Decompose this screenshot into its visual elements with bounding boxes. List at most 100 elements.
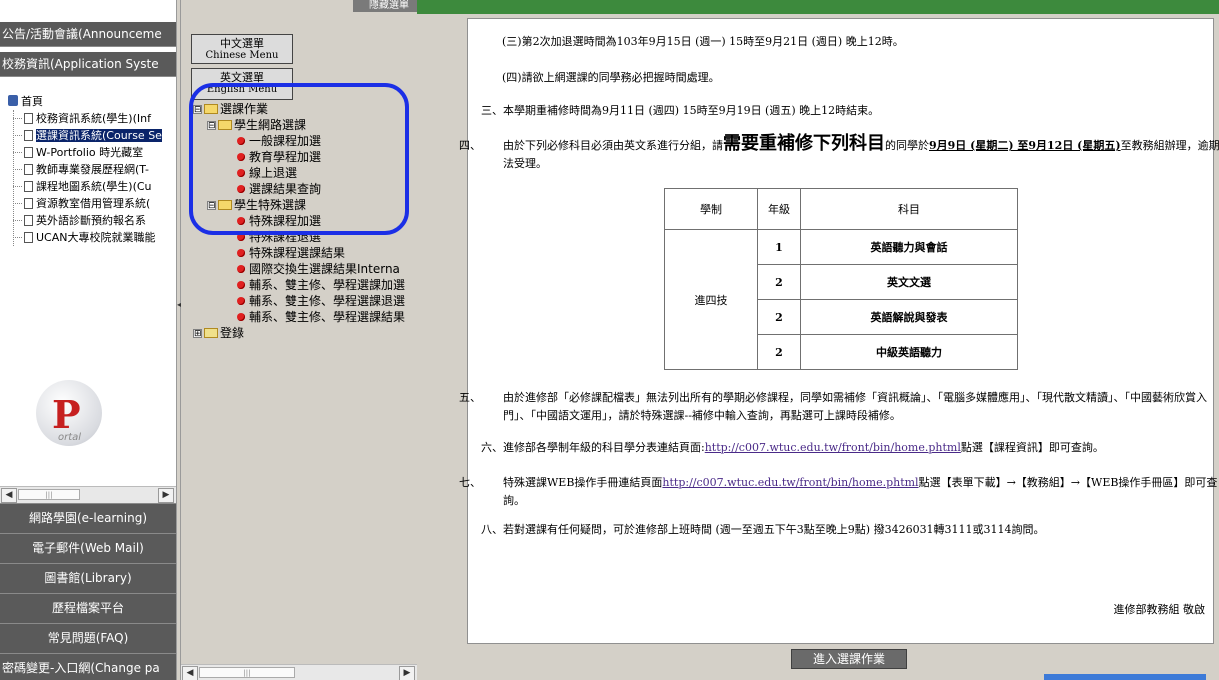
folder-closed-icon: [204, 328, 218, 338]
collapse-toggle-icon[interactable]: ⊟: [207, 201, 216, 211]
item-text: 的同學於: [885, 139, 929, 152]
nav-faq[interactable]: 常見問題(FAQ): [0, 623, 176, 653]
scroll-right-arrow-icon[interactable]: ▶: [158, 488, 174, 503]
menu-item-online-drop[interactable]: 線上退選: [193, 165, 417, 181]
tree-item[interactable]: 英外語診斷預約報名系: [8, 212, 176, 229]
home-icon: [8, 95, 18, 106]
collapse-toggle-icon[interactable]: ⊟: [207, 121, 216, 131]
portal-logo-letter: P: [52, 392, 81, 437]
tree-item[interactable]: W-Portfolio 時光藏室: [8, 144, 176, 161]
tree-item[interactable]: 教師專業發展歷程網(T-: [8, 161, 176, 178]
nav-e-learning[interactable]: 網路學園(e-learning): [0, 503, 176, 533]
item-number: 八、: [481, 523, 503, 536]
menu-item-minor-add[interactable]: 輔系、雙主修、學程選課加選: [193, 277, 417, 293]
chinese-menu-button[interactable]: 中文選單 Chinese Menu: [191, 34, 293, 64]
tree-node-special-selection[interactable]: ⊟ 學生特殊選課: [193, 197, 417, 213]
left-horizontal-scrollbar[interactable]: ◀ ||| ▶: [0, 486, 176, 503]
bullet-icon: [237, 281, 245, 289]
english-menu-en: English Menu: [206, 84, 278, 95]
table-cell: 2: [757, 264, 801, 300]
tree-node-login[interactable]: ⊞ 登錄: [193, 325, 417, 341]
tree-item-label: 選課資訊系統(Course Se: [36, 129, 162, 142]
tree-node-course-selection[interactable]: ⊟ 選課作業: [193, 101, 417, 117]
nav-announcements[interactable]: 公告/活動會議(Announceme: [0, 22, 176, 47]
course-info-link[interactable]: http://c007.wtuc.edu.tw/front/bin/home.p…: [705, 441, 961, 454]
tree-root-label: 首頁: [21, 95, 43, 108]
content-frame: (三)第2次加退選時間為103年9月15日 (週一) 15時至9月21日 (週日…: [417, 0, 1219, 680]
table-cell: 2: [757, 334, 801, 370]
scroll-left-arrow-icon[interactable]: ◀: [182, 666, 198, 680]
tree-item[interactable]: UCAN大專校院就業職能: [8, 229, 176, 246]
paragraph-san: (三)第2次加退選時間為103年9月15日 (週一) 15時至9月21日 (週日…: [502, 35, 904, 48]
enter-course-selection-button[interactable]: 進入選課作業: [791, 649, 907, 669]
tree-node-label: 學生網路選課: [234, 118, 307, 132]
item-text: 由於進修部「必修課配檔表」無法列出所有的學期必修課程，同學如需補修「資訊概論」、…: [503, 391, 1207, 422]
course-menu-tree: ⊟ 選課作業 ⊟ 學生網路選課 一般課程加選 教育學程加選 線上退選 選課結果查詢 …: [193, 101, 417, 341]
manual-link[interactable]: http://c007.wtuc.edu.tw/front/bin/home.p…: [662, 476, 918, 489]
tree-item-label: 課程地圖系統(學生)(Cu: [36, 180, 152, 193]
item-4: 四、 由於下列必修科目必須由英文系進行分組，請需要重補修下列科目的同學於9月9日 …: [459, 133, 1219, 173]
menu-item-minor-result[interactable]: 輔系、雙主修、學程選課結果: [193, 309, 417, 325]
scroll-thumb[interactable]: |||: [199, 667, 295, 678]
tree-item-label: UCAN大專校院就業職能: [36, 231, 156, 244]
item-number: 六、: [481, 441, 503, 454]
scroll-right-arrow-icon[interactable]: ▶: [399, 666, 415, 680]
tree-item-label: 英外語診斷預約報名系: [36, 214, 146, 227]
menu-item-exchange-result[interactable]: 國際交換生選課結果Interna: [193, 261, 417, 277]
menu-item-special-add[interactable]: 特殊課程加選: [193, 213, 417, 229]
nav-portfolio-platform[interactable]: 歷程檔案平台: [0, 593, 176, 623]
bullet-icon: [237, 249, 245, 257]
page-icon: [24, 147, 33, 158]
menu-item-general-add[interactable]: 一般課程加選: [193, 133, 417, 149]
menu-item-result-query[interactable]: 選課結果查詢: [193, 181, 417, 197]
tree-item-label: 校務資訊系統(學生)(Inf: [36, 112, 151, 125]
item-text: 若對選課有任何疑問，可於進修部上班時間 (週一至週五下午3點至晚上9點) 撥34…: [503, 523, 1045, 536]
item-text: 點選【課程資訊】即可查詢。: [960, 441, 1104, 454]
bullet-icon: [237, 233, 245, 241]
nav-application-system[interactable]: 校務資訊(Application Syste: [0, 52, 176, 77]
nav-library[interactable]: 圖書館(Library): [0, 563, 176, 593]
item-emphasis: 需要重補修下列科目: [723, 133, 885, 154]
collapse-toggle-icon[interactable]: ⊟: [193, 105, 202, 115]
menu-item-special-result[interactable]: 特殊課程選課結果: [193, 245, 417, 261]
top-header-bar: [417, 0, 1219, 14]
tree-item-selected[interactable]: 選課資訊系統(Course Se: [8, 127, 176, 144]
tree-root-home[interactable]: 首頁: [8, 93, 176, 110]
hide-menu-button[interactable]: 隱藏選單: [353, 0, 417, 12]
table-cell: 2: [757, 299, 801, 335]
bullet-icon: [237, 137, 245, 145]
menu-horizontal-scrollbar[interactable]: ◀ ||| ▶: [181, 664, 417, 680]
bullet-icon: [237, 297, 245, 305]
page-icon: [24, 164, 33, 175]
tree-node-online-selection[interactable]: ⊟ 學生網路選課: [193, 117, 417, 133]
menu-item-label: 國際交換生選課結果Interna: [249, 262, 400, 276]
menu-item-label: 選課結果查詢: [249, 182, 322, 196]
tree-item-label: 教師專業發展歷程網(T-: [36, 163, 149, 176]
tree-item[interactable]: 資源教室借用管理系統(: [8, 195, 176, 212]
menu-item-special-drop[interactable]: 特殊課程退選: [193, 229, 417, 245]
expand-toggle-icon[interactable]: ⊞: [193, 329, 202, 339]
item-number: 三、: [481, 104, 503, 117]
tree-item[interactable]: 校務資訊系統(學生)(Inf: [8, 110, 176, 127]
table-header-row: 學制 年級 科目: [664, 188, 1018, 230]
bullet-icon: [237, 265, 245, 273]
table-header: 年級: [757, 188, 801, 230]
chinese-menu-en: Chinese Menu: [205, 50, 279, 61]
menu-frame: 隱藏選單 中文選單 Chinese Menu 英文選單 English Menu…: [181, 0, 417, 680]
nav-web-mail[interactable]: 電子郵件(Web Mail): [0, 533, 176, 563]
chinese-menu-zh: 中文選單: [220, 37, 264, 50]
tree-item[interactable]: 課程地圖系統(學生)(Cu: [8, 178, 176, 195]
item-text: 本學期重補修時間為9月11日 (週四) 15時至9月19日 (週五) 晚上12時…: [503, 104, 880, 117]
scroll-left-arrow-icon[interactable]: ◀: [1, 488, 17, 503]
announcement-panel: (三)第2次加退選時間為103年9月15日 (週一) 15時至9月21日 (週日…: [459, 18, 1219, 644]
scroll-thumb[interactable]: |||: [18, 489, 80, 500]
folder-open-icon: [218, 120, 232, 130]
nav-change-password[interactable]: 密碼變更-入口網(Change pa: [0, 653, 176, 680]
menu-item-education-add[interactable]: 教育學程加選: [193, 149, 417, 165]
table-row: 進四技 1 英語聽力與會話: [664, 229, 1018, 370]
portal-logo-text: ortal: [58, 432, 82, 443]
menu-item-label: 輔系、雙主修、學程選課加選: [249, 278, 406, 292]
bullet-icon: [237, 153, 245, 161]
english-menu-button[interactable]: 英文選單 English Menu: [191, 68, 293, 100]
menu-item-minor-drop[interactable]: 輔系、雙主修、學程選課退選: [193, 293, 417, 309]
